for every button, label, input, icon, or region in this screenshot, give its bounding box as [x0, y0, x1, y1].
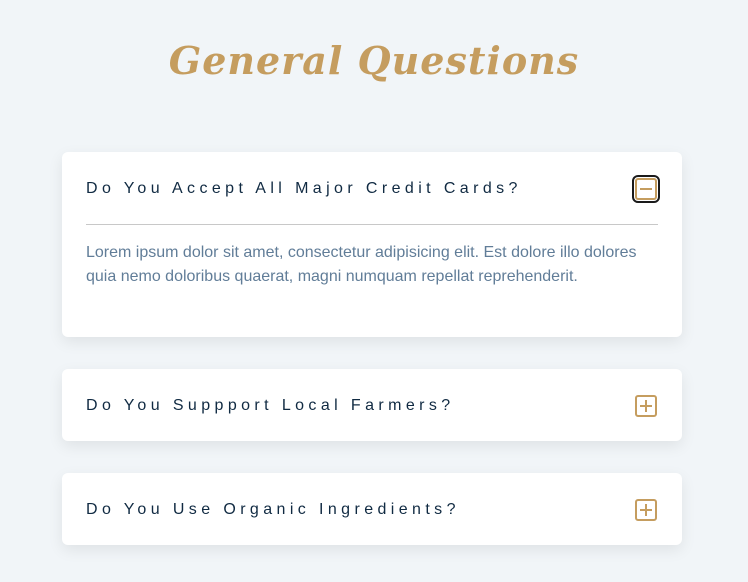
toggle-button[interactable]	[635, 395, 657, 417]
question-header: Do You Suppport Local Farmers?	[62, 369, 682, 441]
question-card: Do You Accept All Major Credit Cards? Lo…	[62, 152, 682, 337]
question-title: Do You Accept All Major Credit Cards?	[86, 180, 522, 197]
question-card: Do You Use Organic Ingredients?	[62, 473, 682, 545]
faq-page: General Questions Do You Accept All Majo…	[0, 0, 748, 582]
minus-icon	[640, 188, 652, 190]
toggle-button[interactable]	[635, 499, 657, 521]
toggle-button[interactable]	[632, 175, 660, 203]
divider	[86, 224, 658, 225]
question-answer: Lorem ipsum dolor sit amet, consectetur …	[86, 244, 637, 285]
question-title: Do You Suppport Local Farmers?	[86, 397, 455, 414]
question-header: Do You Accept All Major Credit Cards?	[62, 152, 682, 224]
question-header: Do You Use Organic Ingredients?	[62, 473, 682, 545]
question-card: Do You Suppport Local Farmers?	[62, 369, 682, 441]
page-title: General Questions	[168, 38, 580, 83]
question-title: Do You Use Organic Ingredients?	[86, 501, 460, 518]
